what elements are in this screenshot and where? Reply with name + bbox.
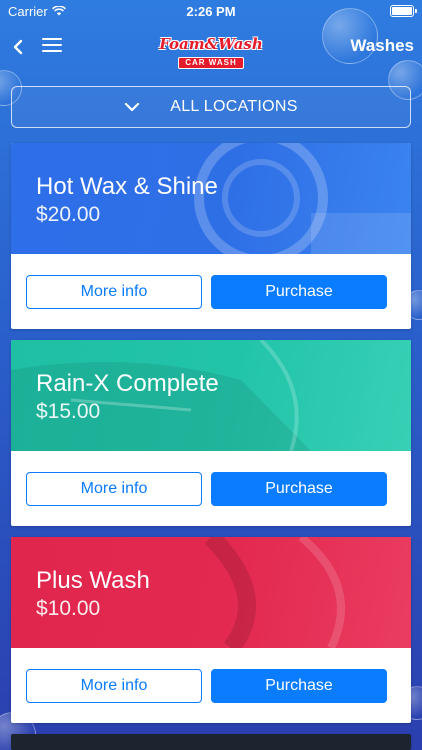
wash-name: Rain-X Complete — [36, 370, 219, 397]
logo-wordmark: Foam&Wash — [159, 35, 263, 53]
brand-logo: Foam&Wash CAR WASH — [158, 35, 264, 69]
wash-card: Hot Wax & Shine $20.00 More info Purchas… — [11, 143, 411, 329]
logo-subtitle: CAR WASH — [178, 57, 244, 69]
location-selector[interactable]: ALL LOCATIONS — [11, 86, 411, 128]
wash-name: Hot Wax & Shine — [36, 173, 218, 200]
purchase-button[interactable]: Purchase — [211, 472, 387, 506]
purchase-button[interactable]: Purchase — [211, 275, 387, 309]
more-info-button[interactable]: More info — [26, 472, 202, 506]
back-arrow-icon[interactable] — [8, 36, 30, 58]
wash-card-banner: Plus Wash $10.00 — [11, 537, 411, 648]
location-selector-label: ALL LOCATIONS — [170, 98, 298, 115]
page-title: Washes — [350, 36, 414, 55]
nav-bar: Foam&Wash CAR WASH Washes — [0, 28, 422, 69]
wash-card-partial — [11, 734, 411, 750]
wash-price: $10.00 — [36, 597, 101, 620]
wash-price: $15.00 — [36, 400, 101, 423]
wash-card-banner: Hot Wax & Shine $20.00 — [11, 143, 411, 254]
wash-name: Plus Wash — [36, 567, 150, 594]
chevron-down-icon — [125, 102, 140, 112]
wash-card-banner: Rain-X Complete $15.00 — [11, 340, 411, 451]
wash-price: $20.00 — [36, 203, 101, 226]
battery-icon — [390, 5, 417, 17]
wash-card: Rain-X Complete $15.00 More info Purchas… — [11, 340, 411, 526]
clock: 2:26 PM — [186, 3, 236, 19]
more-info-button[interactable]: More info — [26, 669, 202, 703]
wash-card: Plus Wash $10.00 More info Purchase — [11, 537, 411, 723]
more-info-button[interactable]: More info — [26, 275, 202, 309]
purchase-button[interactable]: Purchase — [211, 669, 387, 703]
status-bar: Carrier 2:26 PM — [0, 0, 422, 22]
hamburger-menu-icon[interactable] — [42, 38, 62, 54]
